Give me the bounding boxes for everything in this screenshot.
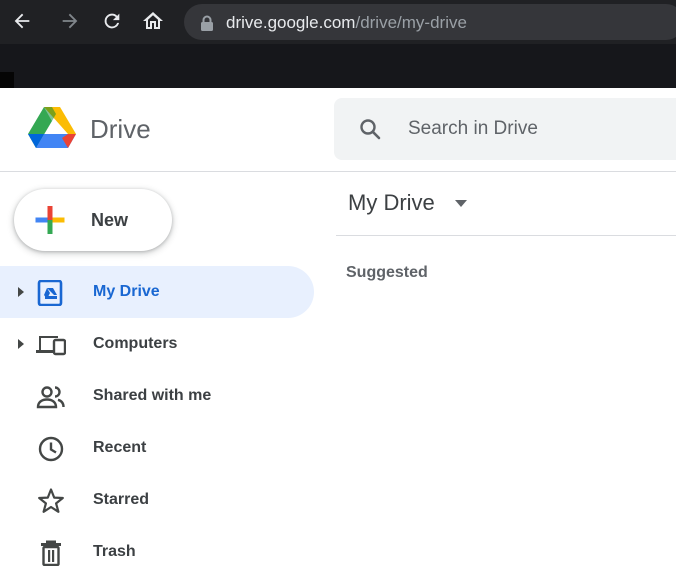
bookmarks-bar bbox=[0, 44, 676, 88]
page-title[interactable]: My Drive bbox=[348, 190, 435, 216]
sidebar-item-label: My Drive bbox=[93, 283, 160, 300]
browser-toolbar: drive.google.com/drive/my-drive bbox=[0, 0, 676, 44]
sidebar-item-label: Shared with me bbox=[93, 387, 212, 404]
forward-button[interactable] bbox=[56, 7, 84, 35]
chevron-down-icon[interactable] bbox=[455, 200, 467, 208]
plus-icon bbox=[35, 206, 65, 234]
new-button-label: New bbox=[91, 210, 129, 230]
back-arrow-icon bbox=[14, 13, 30, 29]
forward-arrow-icon bbox=[62, 13, 78, 29]
url-path: /drive/my-drive bbox=[355, 13, 467, 32]
sidebar-item-trash[interactable]: Trash bbox=[0, 526, 314, 578]
chrome-edge bbox=[0, 72, 14, 88]
sidebar-item-computers[interactable]: Computers bbox=[0, 318, 314, 370]
clock-icon bbox=[38, 436, 64, 462]
trash-icon bbox=[41, 540, 61, 566]
sidebar-item-label: Starred bbox=[93, 491, 150, 508]
sidebar-item-recent[interactable]: Recent bbox=[0, 422, 314, 474]
search-input[interactable]: Search in Drive bbox=[408, 118, 538, 140]
reload-button[interactable] bbox=[98, 7, 126, 35]
home-icon bbox=[143, 12, 163, 29]
search-icon[interactable] bbox=[358, 117, 382, 141]
new-button[interactable]: New bbox=[14, 189, 172, 251]
computers-icon bbox=[36, 336, 66, 356]
my-drive-icon bbox=[37, 280, 63, 306]
address-bar[interactable]: drive.google.com/drive/my-drive bbox=[184, 4, 676, 40]
lock-icon bbox=[201, 15, 213, 31]
sidebar-item-my-drive[interactable]: My Drive bbox=[0, 266, 314, 318]
sidebar-item-label: Recent bbox=[93, 439, 147, 456]
home-button[interactable] bbox=[139, 7, 167, 35]
sidebar-item-starred[interactable]: Starred bbox=[0, 474, 314, 526]
expand-arrow-icon[interactable] bbox=[16, 339, 26, 349]
expand-arrow-icon[interactable] bbox=[16, 287, 26, 297]
section-heading-suggested: Suggested bbox=[346, 264, 428, 281]
star-icon bbox=[38, 488, 64, 513]
url-text: drive.google.com/drive/my-drive bbox=[226, 13, 467, 33]
sidebar-item-label: Trash bbox=[93, 543, 136, 560]
app-title[interactable]: Drive bbox=[90, 114, 151, 144]
drive-header: Drive Search in Drive bbox=[0, 88, 676, 172]
sidebar-item-shared-with-me[interactable]: Shared with me bbox=[0, 370, 314, 422]
drive-logo-icon[interactable] bbox=[28, 107, 76, 149]
back-button[interactable] bbox=[8, 7, 36, 35]
sidebar: My Drive Computers Shared with me Recent bbox=[0, 266, 320, 583]
search-bar[interactable]: Search in Drive bbox=[334, 98, 676, 160]
shared-with-me-icon bbox=[36, 386, 65, 409]
url-host: drive.google.com bbox=[226, 13, 356, 32]
divider bbox=[336, 235, 676, 236]
reload-icon bbox=[104, 13, 120, 29]
sidebar-item-label: Computers bbox=[93, 335, 178, 352]
